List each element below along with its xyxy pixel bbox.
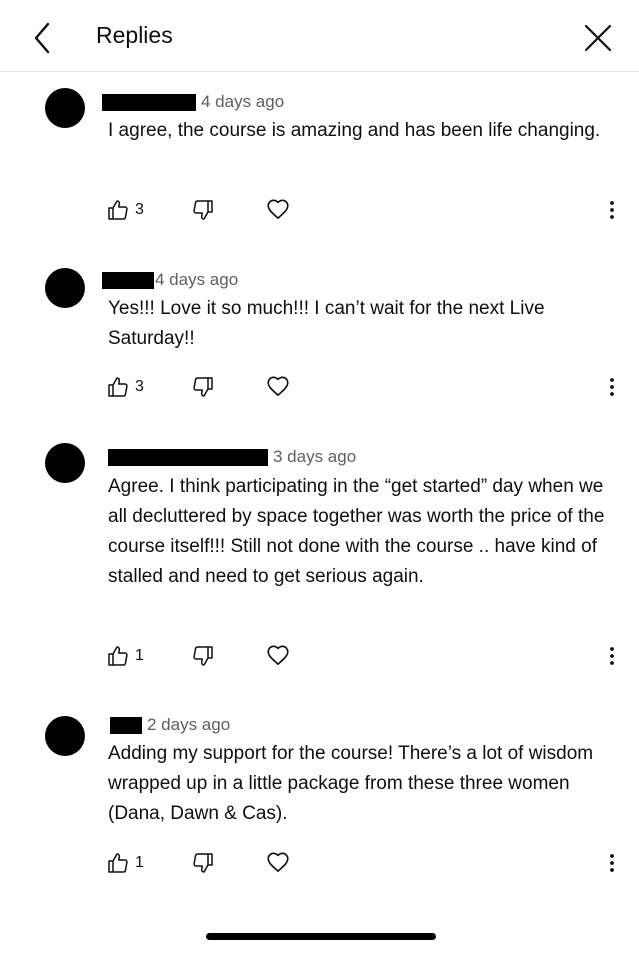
more-options-button[interactable]	[604, 642, 620, 670]
redacted-username	[110, 716, 142, 734]
comment-timestamp: 2 days ago	[147, 715, 231, 734]
more-vert-icon	[610, 647, 614, 665]
avatar[interactable]	[45, 88, 85, 128]
thumbs-down-icon	[193, 853, 213, 873]
page-title: Replies	[96, 22, 173, 48]
like-button[interactable]: 3	[106, 196, 144, 224]
comment-actions: 1	[0, 849, 639, 877]
heart-button[interactable]	[265, 642, 291, 670]
avatar[interactable]	[45, 443, 85, 483]
more-options-button[interactable]	[604, 373, 620, 401]
comment-text: I agree, the course is amazing and has b…	[108, 120, 601, 141]
dislike-button[interactable]	[191, 196, 217, 224]
redacted-username	[102, 93, 196, 111]
redacted-username	[102, 271, 154, 289]
comment-timestamp: 3 days ago	[273, 447, 357, 466]
heart-icon	[267, 852, 289, 873]
back-arrow-icon	[34, 22, 50, 54]
like-button[interactable]: 1	[106, 849, 144, 877]
comment-meta: 2 days ago	[102, 714, 230, 736]
close-icon	[584, 24, 612, 52]
comment-timestamp: 4 days ago	[201, 92, 285, 111]
heart-icon	[267, 376, 289, 397]
thumbs-up-icon	[108, 853, 128, 873]
comment-actions: 3	[0, 373, 639, 401]
more-vert-icon	[610, 201, 614, 219]
thumbs-up-icon	[108, 200, 128, 220]
comment-meta: 3 days ago	[102, 446, 356, 468]
avatar[interactable]	[45, 716, 85, 756]
back-button[interactable]	[26, 18, 60, 58]
comment-text: Agree. I think participating in the “get…	[108, 476, 605, 587]
close-button[interactable]	[578, 18, 618, 58]
thumbs-up-icon	[108, 377, 128, 397]
more-vert-icon	[610, 378, 614, 396]
heart-button[interactable]	[265, 849, 291, 877]
redacted-username	[108, 448, 268, 466]
more-vert-icon	[610, 854, 614, 872]
comment-actions: 3	[0, 196, 639, 224]
like-count: 3	[135, 378, 144, 395]
more-options-button[interactable]	[604, 196, 620, 224]
like-count: 3	[135, 201, 144, 218]
comment-timestamp: 4 days ago	[155, 270, 239, 289]
like-button[interactable]: 3	[106, 373, 144, 401]
more-options-button[interactable]	[604, 849, 620, 877]
dislike-button[interactable]	[191, 849, 217, 877]
like-count: 1	[135, 854, 144, 871]
thumbs-down-icon	[193, 646, 213, 666]
avatar[interactable]	[45, 268, 85, 308]
thumbs-down-icon	[193, 200, 213, 220]
heart-button[interactable]	[265, 196, 291, 224]
heart-icon	[267, 199, 289, 220]
heart-icon	[267, 645, 289, 666]
like-button[interactable]: 1	[106, 642, 144, 670]
thumbs-down-icon	[193, 377, 213, 397]
home-indicator[interactable]	[206, 933, 436, 940]
like-count: 1	[135, 647, 144, 664]
dislike-button[interactable]	[191, 373, 217, 401]
heart-button[interactable]	[265, 373, 291, 401]
replies-header: Replies	[0, 0, 639, 72]
comment-text: Yes!!! Love it so much!!! I can’t wait f…	[108, 298, 545, 349]
comment-actions: 1	[0, 642, 639, 670]
comment-meta: 4 days ago	[102, 91, 284, 113]
dislike-button[interactable]	[191, 642, 217, 670]
thumbs-up-icon	[108, 646, 128, 666]
comment-text: Adding my support for the course! There’…	[108, 743, 594, 824]
comment-meta: 4 days ago	[102, 269, 238, 291]
